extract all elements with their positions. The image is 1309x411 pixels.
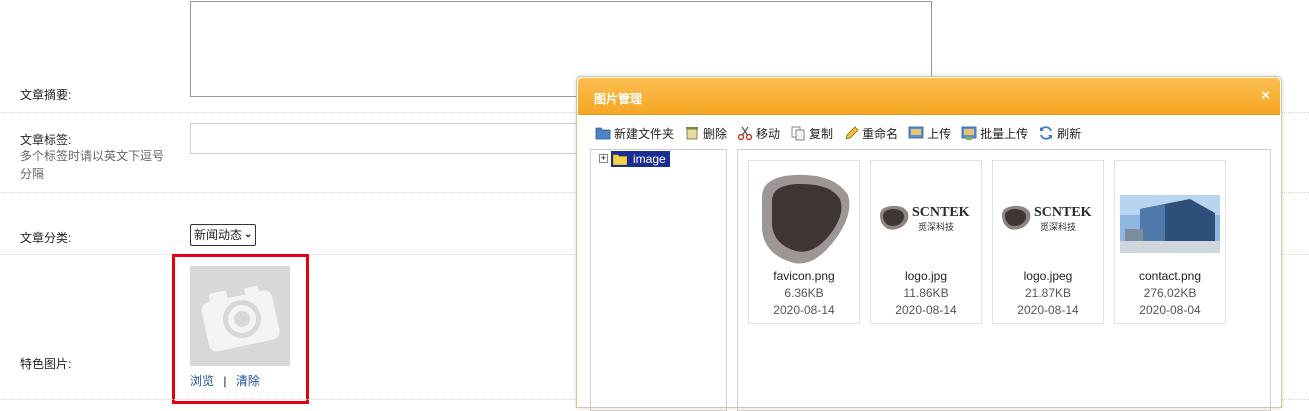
favicon-thumbnail (762, 174, 850, 264)
file-size: 11.86KB (903, 286, 949, 300)
folder-tree: + image (590, 149, 727, 411)
delete-button[interactable]: 删除 (684, 125, 727, 142)
file-name: logo.jpeg (1023, 269, 1073, 283)
new-folder-button[interactable]: 新建文件夹 (595, 125, 674, 142)
svg-text:觅深科技: 觅深科技 (1040, 221, 1076, 233)
upload-label: 上传 (927, 126, 952, 141)
folder-icon (595, 127, 611, 140)
file-date: 2020-08-04 (1139, 303, 1201, 317)
file-card[interactable]: favicon.png 6.36KB 2020-08-14 (748, 160, 860, 324)
expand-icon[interactable]: + (599, 154, 608, 163)
file-date: 2020-08-14 (895, 303, 957, 317)
delete-icon (686, 127, 699, 140)
new-folder-label: 新建文件夹 (614, 126, 675, 141)
copy-icon (791, 126, 805, 141)
copy-button[interactable]: 复制 (790, 125, 833, 142)
summary-label: 文章摘要: (20, 88, 72, 102)
pencil-icon (845, 126, 859, 140)
logo-thumbnail: SCNTEK 觅深科技 (1002, 205, 1092, 233)
file-size: 21.87KB (1024, 286, 1072, 300)
file-size: 276.02KB (1143, 286, 1197, 300)
refresh-icon (1040, 126, 1053, 140)
file-card[interactable]: SCNTEK 觅深科技 logo.jpeg 21.87KB 2020-08-14 (992, 160, 1104, 324)
copy-label: 复制 (809, 126, 834, 141)
rename-button[interactable]: 重命名 (843, 125, 898, 142)
category-label: 文章分类: (20, 231, 72, 245)
dialog-toolbar: 新建文件夹 删除 移动 复制 重命名 上传 批量上传 刷新 (595, 124, 1091, 142)
file-date: 2020-08-14 (1017, 303, 1079, 317)
logo-thumbnail: SCNTEK 觅深科技 (880, 205, 970, 233)
svg-text:觅深科技: 觅深科技 (918, 221, 954, 233)
file-name: contact.png (1138, 269, 1202, 283)
file-card[interactable]: contact.png 276.02KB 2020-08-04 (1114, 160, 1226, 324)
batch-upload-label: 批量上传 (980, 126, 1029, 141)
camera-icon (201, 285, 280, 352)
dialog-title: 图片管理 (594, 92, 643, 106)
refresh-button[interactable]: 刷新 (1038, 125, 1081, 142)
dialog-header[interactable]: 图片管理 × (578, 78, 1280, 115)
delete-label: 删除 (703, 126, 728, 141)
move-label: 移动 (756, 126, 781, 141)
feature-image-placeholder[interactable] (190, 266, 290, 366)
clear-link[interactable]: 清除 (236, 374, 260, 388)
rename-label: 重命名 (862, 126, 899, 141)
category-select[interactable]: 新闻动态 ⌄ (190, 224, 257, 246)
svg-text:SCNTEK: SCNTEK (1034, 205, 1092, 220)
file-date: 2020-08-14 (773, 303, 835, 317)
batch-upload-icon (961, 126, 977, 140)
scissors-icon (737, 126, 753, 141)
chevron-down-icon: ⌄ (244, 229, 253, 240)
category-value: 新闻动态 (194, 228, 243, 242)
batch-upload-button[interactable]: 批量上传 (961, 125, 1028, 142)
file-grid: favicon.png 6.36KB 2020-08-14 SCNTEK 觅深科… (737, 149, 1271, 411)
move-button[interactable]: 移动 (737, 125, 780, 142)
file-size: 6.36KB (784, 286, 824, 300)
browse-link[interactable]: 浏览 (190, 374, 214, 388)
file-card[interactable]: SCNTEK 觅深科技 logo.jpg 11.86KB 2020-08-14 (870, 160, 982, 324)
tags-input[interactable] (190, 123, 592, 154)
file-name: favicon.png (773, 269, 835, 283)
file-name: logo.jpg (904, 269, 948, 283)
image-manager-dialog: 图片管理 × 新建文件夹 删除 移动 复制 重命名 上传 批量上传 刷新 + i… (576, 76, 1282, 411)
tree-node-label: image (633, 152, 666, 166)
refresh-label: 刷新 (1057, 126, 1082, 141)
link-separator: | (223, 374, 227, 388)
contact-thumbnail (1120, 195, 1220, 253)
feature-links: 浏览 | 清除 (190, 372, 260, 389)
upload-icon (908, 126, 924, 139)
tree-node-image[interactable]: image (611, 151, 670, 167)
close-icon[interactable]: × (1261, 87, 1270, 104)
tags-hint: 多个标签时请以英文下逗号分隔 (20, 149, 165, 181)
upload-button[interactable]: 上传 (908, 125, 951, 142)
folder-icon (613, 154, 627, 165)
svg-text:SCNTEK: SCNTEK (912, 205, 970, 220)
tags-label: 文章标签: (20, 133, 72, 147)
feature-label: 特色图片: (20, 357, 72, 371)
